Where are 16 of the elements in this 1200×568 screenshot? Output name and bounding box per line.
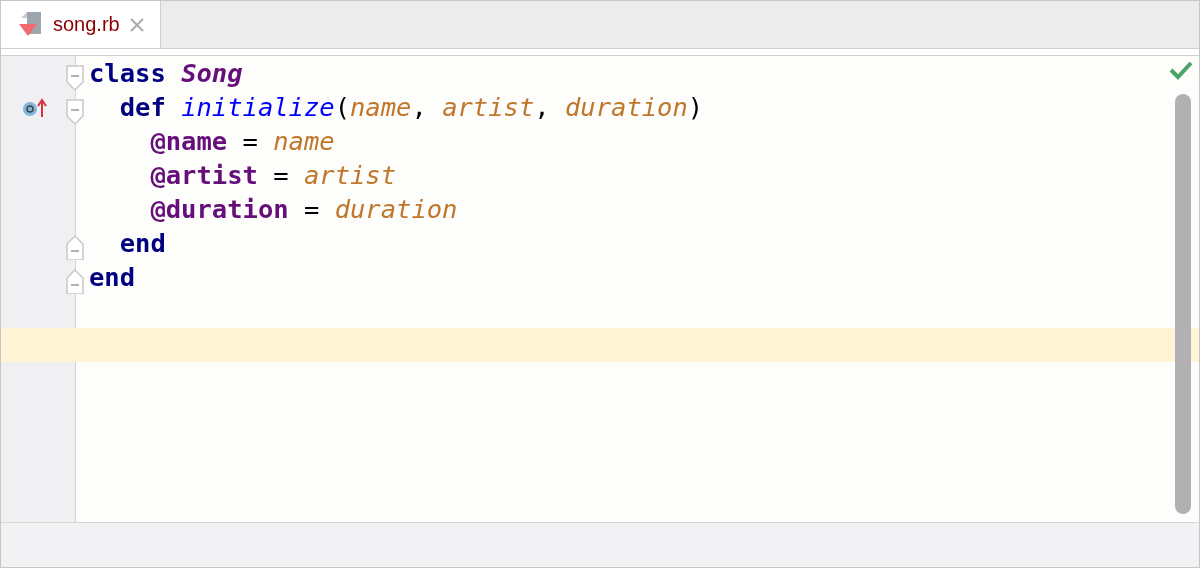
code-line: @duration = duration: [149, 194, 458, 224]
code-line: @name = name: [149, 126, 335, 156]
check-icon[interactable]: [1169, 60, 1193, 80]
fold-icon[interactable]: [66, 235, 84, 261]
code-line: end: [118, 228, 166, 258]
code-line: @artist = artist: [149, 160, 397, 190]
code-line: end: [88, 262, 136, 292]
fold-icon[interactable]: [66, 99, 84, 125]
code-line: class Song: [88, 58, 243, 88]
fold-icon[interactable]: [66, 269, 84, 295]
fold-icon[interactable]: [66, 65, 84, 91]
override-icon[interactable]: [21, 98, 47, 118]
file-tab[interactable]: song.rb: [1, 1, 161, 48]
scrollbar-thumb[interactable]: [1175, 94, 1191, 514]
close-icon[interactable]: [129, 17, 144, 32]
code-line: def initialize(name, artist, duration): [118, 92, 704, 122]
